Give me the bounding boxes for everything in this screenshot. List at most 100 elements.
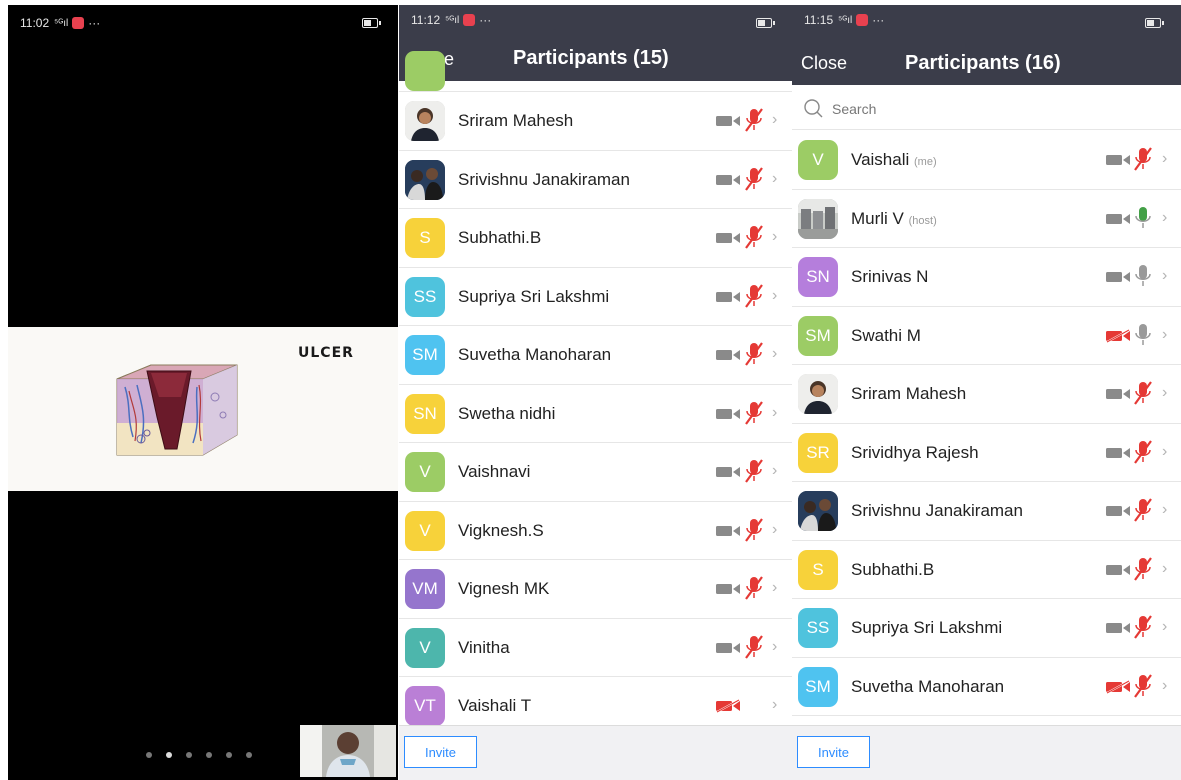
video-icon [715, 114, 743, 133]
participant-row[interactable]: S Subhathi.B › [792, 540, 1181, 599]
participant-name: Supriya Sri Lakshmi [851, 618, 1002, 638]
avatar-initials: V [798, 140, 838, 180]
participant-row[interactable]: V Vaishnavi › [399, 443, 792, 502]
video-icon [715, 524, 743, 543]
participant-name: Vaishali (me) [851, 150, 937, 170]
participant-name-text: Srivishnu Janakiraman [458, 169, 630, 189]
participant-role-tag: (me) [914, 156, 937, 168]
page-title: Participants (15) [513, 47, 669, 69]
page-dot[interactable] [226, 752, 232, 758]
participant-role-tag: (host) [908, 214, 937, 227]
chevron-right-icon[interactable]: › [1162, 618, 1167, 636]
chevron-right-icon[interactable]: › [772, 696, 777, 714]
page-dot-active[interactable] [166, 752, 172, 758]
page-title: Participants (16) [905, 52, 1061, 74]
video-icon [715, 173, 743, 192]
chevron-right-icon[interactable]: › [1162, 501, 1167, 519]
chevron-right-icon[interactable]: › [772, 462, 777, 480]
participant-name-text: Subhathi.B [851, 559, 935, 579]
page-dot[interactable] [186, 752, 192, 758]
page-indicator[interactable] [146, 752, 252, 758]
participant-name: Vaishnavi [458, 462, 530, 482]
participants-header: 11:15 ⁵ᴳıl ··· Close Participants (16) [792, 5, 1181, 85]
chevron-right-icon[interactable]: › [1162, 267, 1167, 285]
chevron-right-icon[interactable]: › [772, 345, 777, 363]
participant-row[interactable]: SR Srividhya Rajesh › [792, 423, 1181, 482]
participant-name: Vignesh MK [458, 579, 549, 599]
participant-row[interactable]: V Vinitha › [399, 618, 792, 677]
search-icon [804, 99, 823, 118]
participant-row[interactable]: Srivishnu Janakiraman › [399, 150, 792, 209]
signal-icon: ⁵ᴳıl [54, 17, 69, 29]
status-bar: 11:15 ⁵ᴳıl ··· [792, 5, 1181, 35]
participant-list[interactable]: V Vaishali (me) › Murli V (host) › SN Srinivas… [792, 131, 1181, 716]
participant-row[interactable]: V Vigknesh.S › [399, 501, 792, 560]
participant-row[interactable]: S Subhathi.B › [399, 209, 792, 268]
participant-row[interactable]: SN Swetha nidhi › [399, 384, 792, 443]
participant-name: Vinitha [458, 638, 510, 658]
participant-row[interactable]: Srivishnu Janakiraman › [792, 482, 1181, 541]
participant-name-text: Srividhya Rajesh [851, 442, 979, 462]
page-dot[interactable] [206, 752, 212, 758]
participant-name-text: Swetha nidhi [458, 403, 556, 423]
page-dot[interactable] [246, 752, 252, 758]
mic-icon [1132, 262, 1154, 295]
search-input[interactable]: Search [832, 101, 876, 117]
participant-row[interactable]: Sriram Mahesh › [792, 365, 1181, 424]
participant-name-text: Suvetha Manoharan [458, 345, 612, 364]
participants-screen-16: 11:15 ⁵ᴳıl ··· Close Participants (16) S… [792, 5, 1181, 780]
participant-name: Swathi M [851, 326, 921, 346]
chevron-right-icon[interactable]: › [772, 228, 777, 246]
chevron-right-icon[interactable]: › [1162, 384, 1167, 402]
signal-icon: ⁵ᴳıl [838, 14, 853, 26]
chevron-right-icon[interactable]: › [772, 521, 777, 539]
self-video-thumbnail[interactable] [300, 725, 396, 777]
chevron-right-icon[interactable]: › [1162, 560, 1167, 578]
chevron-right-icon[interactable]: › [1162, 443, 1167, 461]
chevron-right-icon[interactable]: › [772, 170, 777, 188]
participant-row[interactable]: VM Vignesh MK › [399, 560, 792, 619]
chevron-right-icon[interactable]: › [1162, 209, 1167, 227]
video-icon [1105, 446, 1133, 465]
status-bar: 11:12 ⁵ᴳıl ··· [399, 5, 792, 35]
video-icon [715, 582, 743, 601]
slide-title: ULCER [298, 345, 354, 361]
mic-muted-icon [743, 457, 765, 490]
search-bar[interactable]: Search [792, 91, 1181, 130]
invite-button[interactable]: Invite [797, 736, 870, 768]
chevron-right-icon[interactable]: › [772, 287, 777, 305]
chevron-right-icon[interactable]: › [772, 638, 777, 656]
chevron-right-icon[interactable]: › [772, 111, 777, 129]
chevron-right-icon[interactable]: › [772, 404, 777, 422]
avatar-initials: VM [405, 569, 445, 609]
participant-list[interactable]: Sriram Mahesh › Srivishnu Janakiraman › S Sub… [399, 51, 792, 736]
participant-row[interactable]: Murli V (host) › [792, 189, 1181, 248]
shared-screen[interactable]: ULCER [8, 327, 398, 491]
chevron-right-icon[interactable]: › [1162, 326, 1167, 344]
participant-row[interactable]: SS Supriya Sri Lakshmi › [399, 267, 792, 326]
participant-name: Murli V (host) [851, 209, 937, 229]
participant-name: Srivishnu Janakiraman [851, 501, 1023, 521]
person-video-icon [300, 725, 396, 777]
participant-row[interactable]: Sriram Mahesh › [399, 92, 792, 151]
participant-name-text: Sriram Mahesh [851, 384, 967, 403]
close-button[interactable]: Close [801, 53, 847, 74]
avatar-initials: S [798, 549, 838, 590]
participant-row[interactable]: SM Suvetha Manoharan › [792, 657, 1181, 716]
participant-row[interactable]: SN Srinivas N › [792, 248, 1181, 307]
mic-muted-icon [1132, 672, 1154, 705]
chevron-right-icon[interactable]: › [1162, 677, 1167, 695]
participant-name: Srinivas N [851, 267, 928, 287]
chevron-right-icon[interactable]: › [1162, 150, 1167, 168]
participant-row[interactable]: SM Suvetha Manoharan › [399, 326, 792, 385]
chevron-right-icon[interactable]: › [772, 579, 777, 597]
participant-row[interactable]: V Vaishali (me) › [792, 131, 1181, 190]
participant-row[interactable]: SM Swathi M › [792, 306, 1181, 365]
battery-icon [756, 18, 775, 28]
invite-button[interactable]: Invite [404, 736, 477, 768]
participant-name-text: Vinitha [458, 637, 510, 657]
participant-row[interactable]: SS Supriya Sri Lakshmi › [792, 599, 1181, 658]
page-dot[interactable] [146, 752, 152, 758]
video-icon [1105, 621, 1133, 640]
participant-name: Sriram Mahesh [851, 384, 966, 404]
